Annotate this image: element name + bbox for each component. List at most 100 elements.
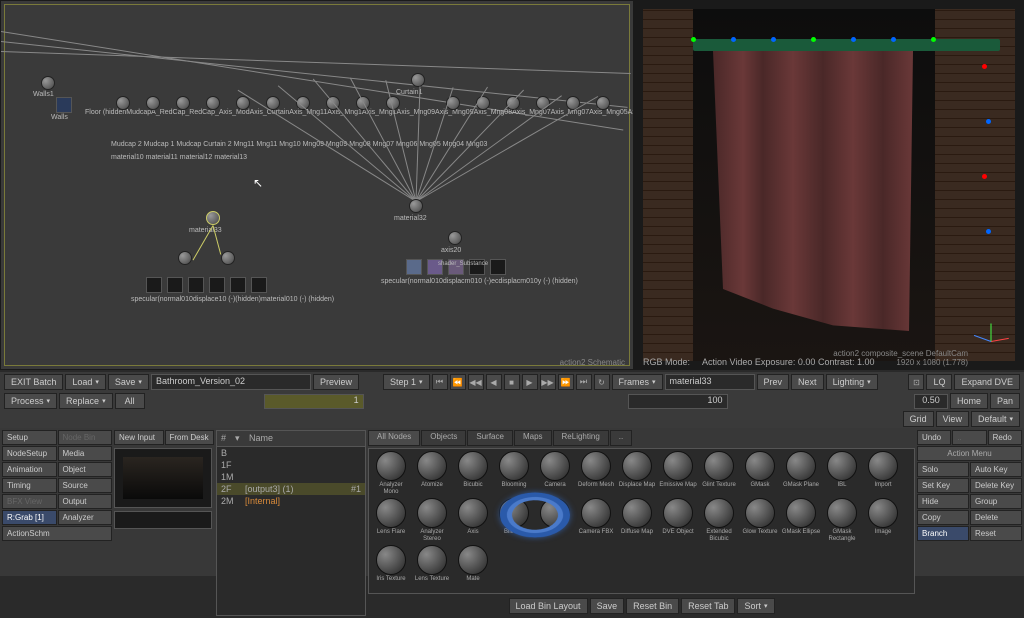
setup-button[interactable]: Setup bbox=[2, 430, 57, 445]
tab-surface[interactable]: Surface bbox=[467, 430, 513, 446]
transport-next-key-icon[interactable]: ⏩ bbox=[558, 374, 574, 390]
undo-button[interactable]: Undo bbox=[917, 430, 951, 445]
view-button[interactable]: View bbox=[936, 411, 969, 427]
animation-button[interactable]: Animation bbox=[2, 462, 57, 477]
list-item[interactable]: 1F bbox=[217, 459, 365, 471]
transport-rev-icon[interactable]: ◀ bbox=[486, 374, 502, 390]
palette-node[interactable]: Analyzer Stereo bbox=[412, 498, 452, 544]
default-button[interactable]: Default bbox=[971, 411, 1020, 427]
node[interactable] bbox=[116, 96, 130, 110]
node-curtain1[interactable] bbox=[411, 73, 425, 87]
transport-first-icon[interactable]: ⏮ bbox=[432, 374, 448, 390]
nodesetup-button[interactable]: NodeSetup bbox=[2, 446, 57, 461]
load-button[interactable]: Load bbox=[65, 374, 106, 390]
solo-button[interactable]: Solo bbox=[917, 462, 969, 477]
palette-node[interactable]: Blooming bbox=[494, 451, 534, 497]
schematic-view[interactable]: Walls1 Walls Curtain1 Floor (hiddenMudca… bbox=[0, 0, 634, 370]
fit-icon[interactable]: ⊡ bbox=[908, 374, 924, 390]
step-button[interactable]: Step 1 bbox=[383, 374, 430, 390]
node-tex[interactable] bbox=[251, 277, 267, 293]
node-tex[interactable] bbox=[490, 259, 506, 275]
zoom-field[interactable]: 0.50 bbox=[914, 394, 948, 409]
branch-button[interactable]: Branch bbox=[917, 526, 969, 541]
transport-back-icon[interactable]: ◀◀ bbox=[468, 374, 484, 390]
palette-node[interactable]: Axis bbox=[453, 498, 493, 544]
palette-node[interactable]: Lens Texture bbox=[412, 545, 452, 591]
expand-dve-button[interactable]: Expand DVE bbox=[954, 374, 1020, 390]
process-button[interactable]: Process bbox=[4, 393, 57, 409]
palette-node[interactable]: Extended Bicubic bbox=[699, 498, 739, 544]
frames-button[interactable]: Frames bbox=[612, 374, 663, 390]
output-button[interactable]: Output bbox=[58, 494, 113, 509]
preview-viewport[interactable]: RGB Mode: Action Video Exposure: 0.00 Co… bbox=[634, 0, 1024, 370]
rename-tab-button[interactable]: Reset Tab bbox=[681, 598, 735, 614]
rgrab-button[interactable]: R:Grab [1] bbox=[2, 510, 57, 525]
transport-last-icon[interactable]: ⏭ bbox=[576, 374, 592, 390]
home-button[interactable]: Home bbox=[950, 393, 988, 409]
palette-node[interactable]: Bicubic bbox=[453, 451, 493, 497]
actionschm-button[interactable]: ActionSchm bbox=[2, 526, 112, 541]
palette-node[interactable]: Bilinear bbox=[494, 498, 534, 544]
node-tex[interactable] bbox=[146, 277, 162, 293]
analyzer-button[interactable]: Analyzer bbox=[58, 510, 113, 525]
deletekey-button[interactable]: Delete Key bbox=[970, 478, 1022, 493]
tab-relighting[interactable]: ReLighting bbox=[553, 430, 609, 446]
palette-node[interactable]: Emissive Map bbox=[658, 451, 698, 497]
redo-button[interactable]: Redo bbox=[988, 430, 1022, 445]
tab-more[interactable]: .. bbox=[610, 430, 632, 446]
frame-start-field[interactable]: 1 bbox=[264, 394, 364, 409]
node-tex[interactable] bbox=[167, 277, 183, 293]
palette-node[interactable]: Iris Texture bbox=[371, 545, 411, 591]
node-tex[interactable] bbox=[209, 277, 225, 293]
node-tex[interactable] bbox=[188, 277, 204, 293]
palette-node[interactable]: Camera bbox=[535, 451, 575, 497]
pan-button[interactable]: Pan bbox=[990, 393, 1020, 409]
copy-button[interactable]: Copy bbox=[917, 510, 969, 525]
palette-node[interactable]: DVE Object bbox=[658, 498, 698, 544]
palette-node[interactable] bbox=[535, 498, 575, 544]
preview-button[interactable]: Preview bbox=[313, 374, 359, 390]
node-material32[interactable] bbox=[409, 199, 423, 213]
palette-node[interactable]: GMask Plane bbox=[781, 451, 821, 497]
palette-node[interactable]: Image bbox=[863, 498, 903, 544]
sort-button[interactable]: Sort bbox=[737, 598, 774, 614]
delete-button[interactable]: Delete bbox=[970, 510, 1022, 525]
nodebin-button[interactable]: Node Bin bbox=[58, 430, 113, 445]
from-desk-button[interactable]: From Desk bbox=[165, 430, 215, 445]
palette-node[interactable]: Lens Flare bbox=[371, 498, 411, 544]
palette-node[interactable]: IBL bbox=[822, 451, 862, 497]
grid-button[interactable]: Grid bbox=[903, 411, 934, 427]
node[interactable] bbox=[178, 251, 192, 265]
replace-button[interactable]: Replace bbox=[59, 393, 113, 409]
list-item[interactable]: B bbox=[217, 447, 365, 459]
reset-bin-button[interactable]: Reset Bin bbox=[626, 598, 679, 614]
undo-step[interactable]: .. bbox=[952, 430, 986, 445]
load-bin-button[interactable]: Load Bin Layout bbox=[509, 598, 588, 614]
palette-node[interactable]: Analyzer Mono bbox=[371, 451, 411, 497]
transport-fwd-icon[interactable]: ▶▶ bbox=[540, 374, 556, 390]
save-bin-button[interactable]: Save bbox=[590, 598, 625, 614]
palette-node[interactable]: Deform Mesh bbox=[576, 451, 616, 497]
palette-node[interactable]: GMask Ellipse bbox=[781, 498, 821, 544]
tab-maps[interactable]: Maps bbox=[514, 430, 552, 446]
all-button[interactable]: All bbox=[115, 393, 145, 409]
source-button[interactable]: Source bbox=[58, 478, 113, 493]
list-item[interactable]: 1M bbox=[217, 471, 365, 483]
bfxview-button[interactable]: BFX View bbox=[2, 494, 57, 509]
timing-button[interactable]: Timing bbox=[2, 478, 57, 493]
transport-loop-icon[interactable]: ↻ bbox=[594, 374, 610, 390]
palette-node[interactable]: Glint Texture bbox=[699, 451, 739, 497]
palette-node[interactable]: Atomize bbox=[412, 451, 452, 497]
palette-node[interactable]: Glow Texture bbox=[740, 498, 780, 544]
axis-gizmo[interactable] bbox=[971, 321, 1011, 361]
new-input-button[interactable]: New Input bbox=[114, 430, 164, 445]
node-walls-group[interactable] bbox=[56, 97, 72, 113]
thumbnail-image[interactable] bbox=[114, 448, 212, 508]
object-button[interactable]: Object bbox=[58, 462, 113, 477]
reset-button[interactable]: Reset bbox=[970, 526, 1022, 541]
setkey-button[interactable]: Set Key bbox=[917, 478, 969, 493]
material-field[interactable]: material33 bbox=[665, 374, 755, 390]
node-tex[interactable] bbox=[406, 259, 422, 275]
transport-play-icon[interactable]: ▶ bbox=[522, 374, 538, 390]
hide-button[interactable]: Hide bbox=[917, 494, 969, 509]
